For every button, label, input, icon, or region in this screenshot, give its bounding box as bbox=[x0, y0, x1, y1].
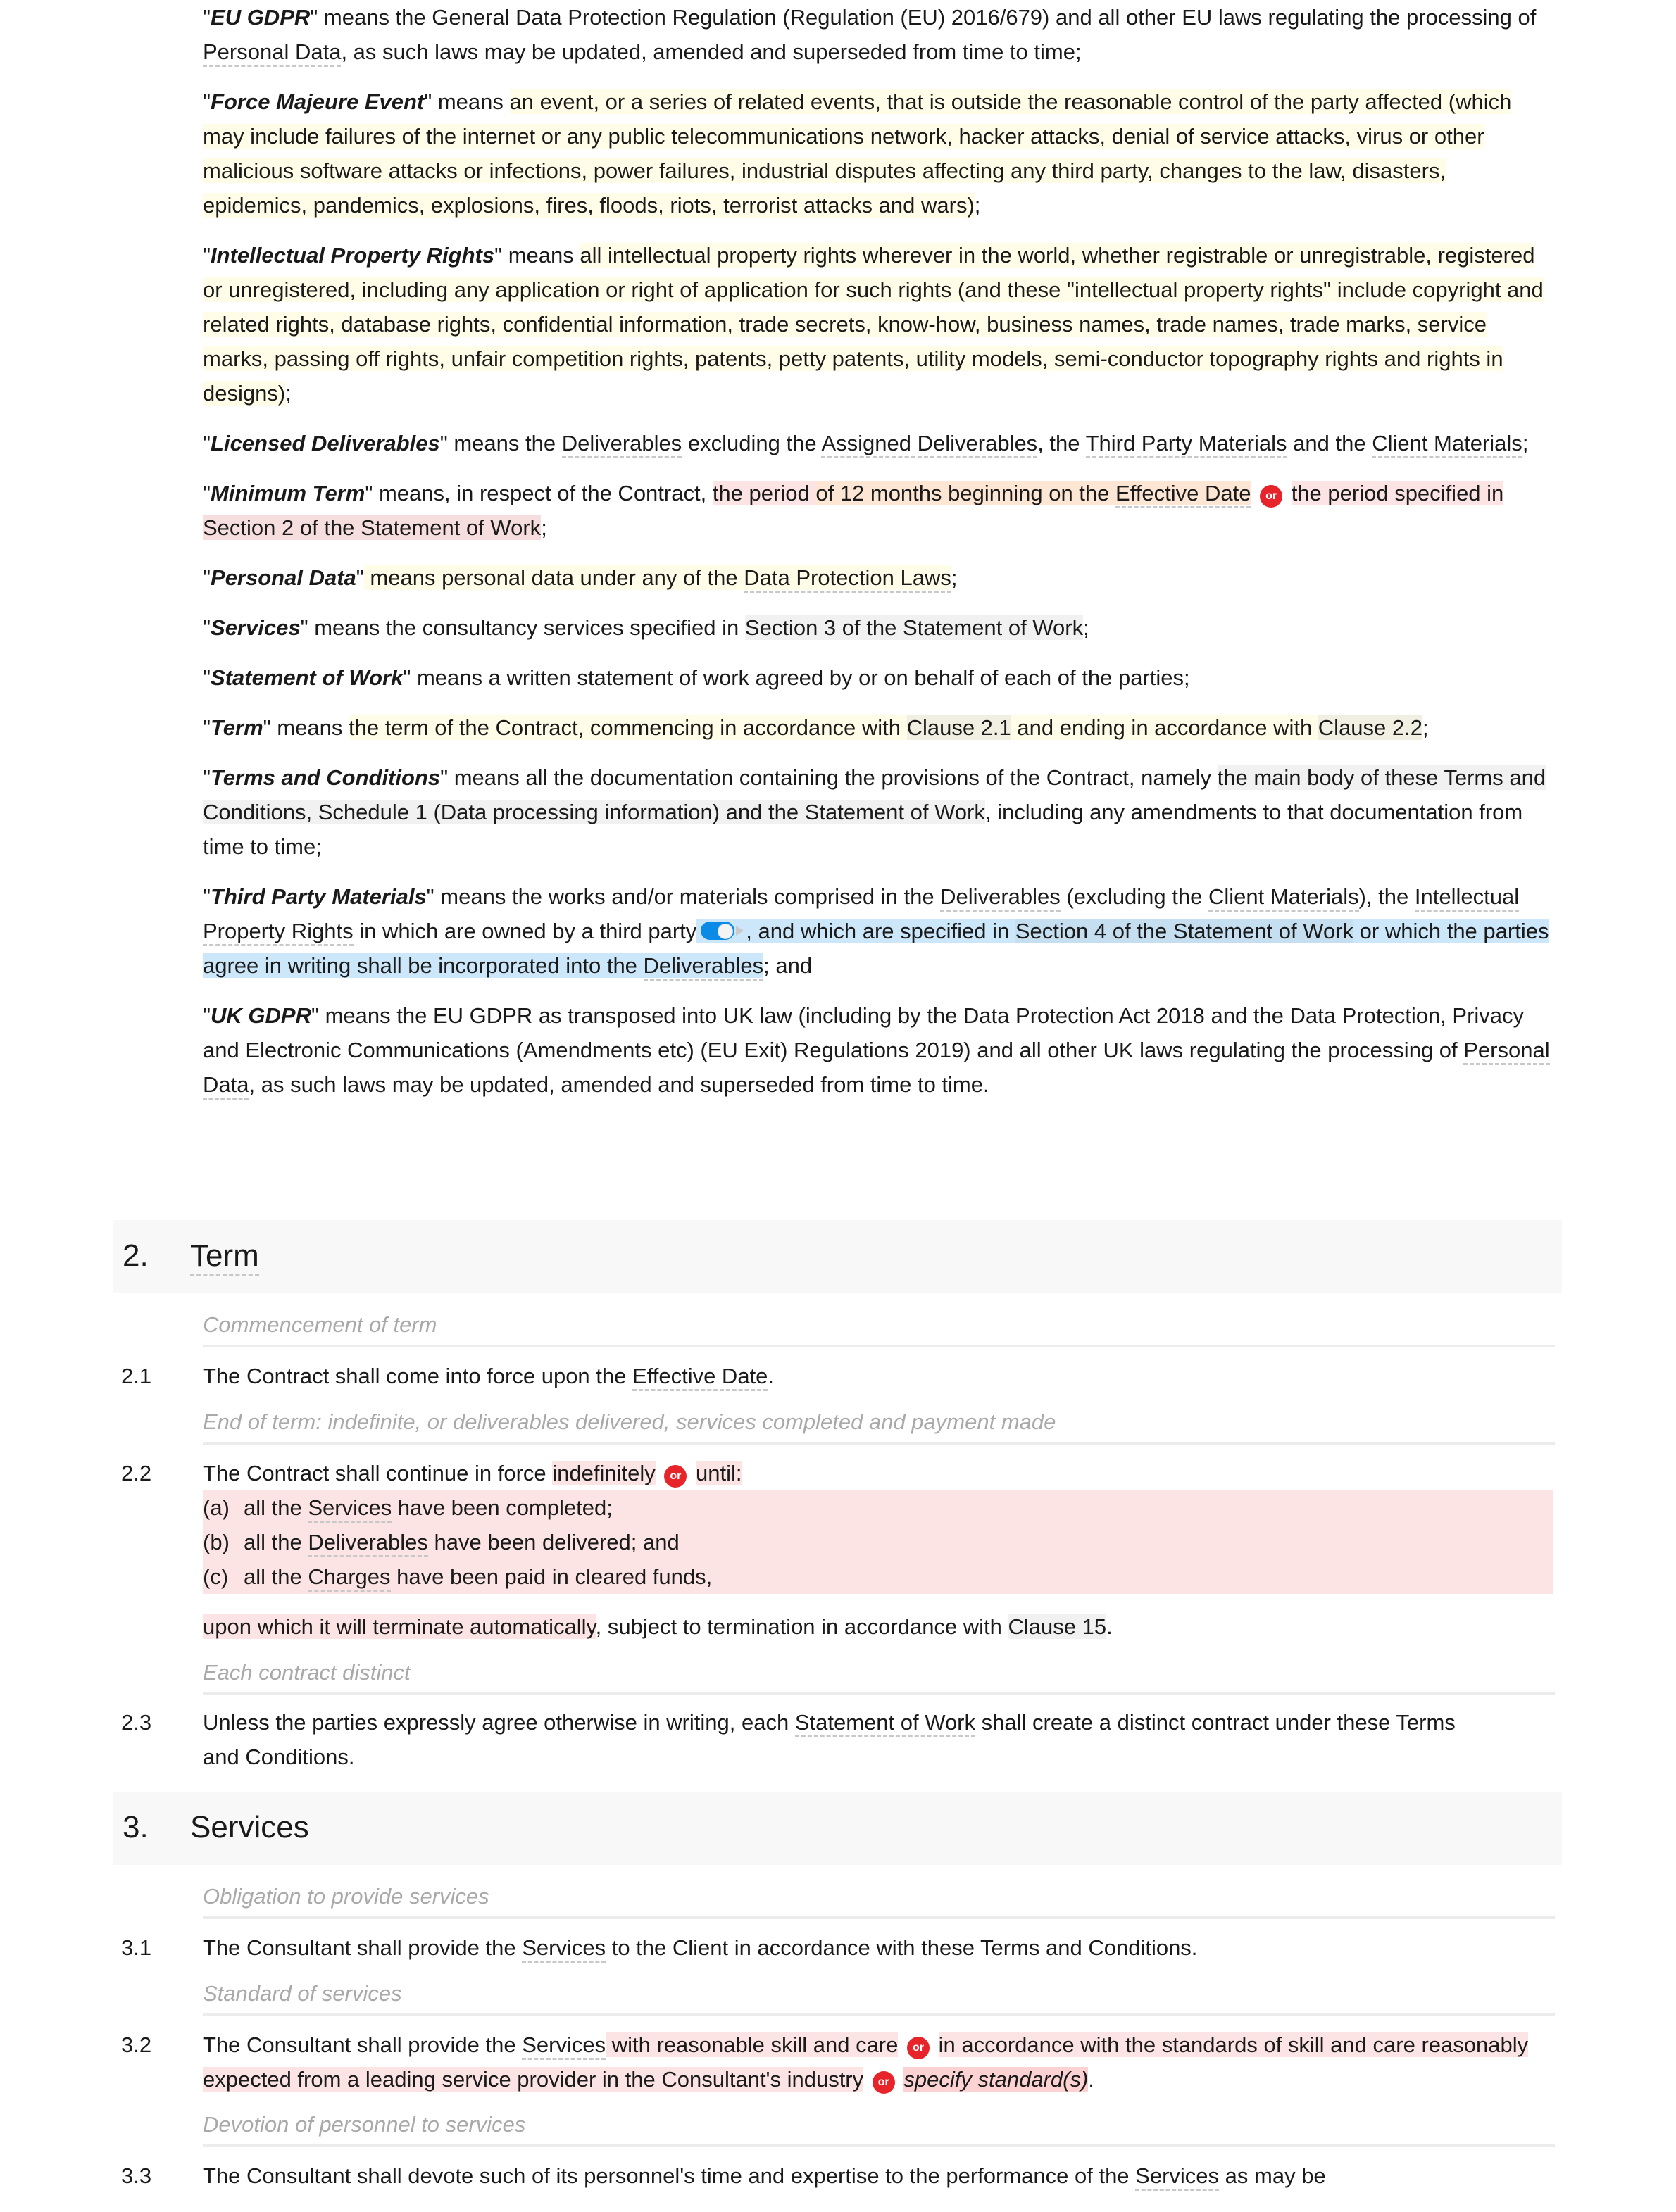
clause-caption: Each contract distinct bbox=[203, 1657, 1555, 1695]
definition-licensed-deliverables: "Licensed Deliverables" means the Delive… bbox=[203, 426, 1555, 460]
section-heading-term: 2. Term bbox=[113, 1220, 1562, 1293]
expand-arrow-icon bbox=[736, 926, 744, 936]
ref-client-materials[interactable]: Client Materials bbox=[1372, 431, 1522, 458]
ref-effective-date[interactable]: Effective Date bbox=[1115, 481, 1251, 508]
defined-term: Third Party Materials bbox=[211, 884, 427, 909]
section-number: 3. bbox=[123, 1810, 149, 1845]
ref-deliverables[interactable]: Deliverables bbox=[643, 953, 764, 981]
clause-number: 3.3 bbox=[121, 2163, 152, 2188]
defined-term: Services bbox=[211, 615, 301, 640]
option-b-text[interactable]: until: bbox=[696, 1461, 742, 1485]
ref-deliverables[interactable]: Deliverables bbox=[561, 431, 682, 458]
option-c-placeholder[interactable]: specify standard(s) bbox=[903, 2067, 1089, 2092]
ref-deliverables[interactable]: Deliverables bbox=[308, 1530, 428, 1557]
clause-text: The Consultant shall provide the Service… bbox=[203, 2028, 1555, 2097]
ref-section-4-sow[interactable]: Section 4 of the Statement of Work bbox=[1015, 919, 1354, 943]
defined-term: Term bbox=[211, 715, 263, 740]
definition-term: "Term" means the term of the Contract, c… bbox=[203, 715, 1429, 740]
clause-text: The Consultant shall devote such of its … bbox=[203, 2158, 1555, 2193]
ref-effective-date[interactable]: Effective Date bbox=[632, 1364, 768, 1391]
defined-term: Statement of Work bbox=[211, 665, 404, 690]
clause-text: The Consultant shall provide the Service… bbox=[203, 1930, 1555, 1965]
sub-clause-item: (b) all the Deliverables have been delive… bbox=[203, 1525, 1553, 1559]
ref-client-materials[interactable]: Client Materials bbox=[1208, 884, 1359, 912]
clause-caption: Obligation to provide services bbox=[203, 1881, 1555, 1919]
clause-number: 3.2 bbox=[121, 2032, 152, 2057]
ref-clause-2-1[interactable]: Clause 2.1 bbox=[906, 715, 1011, 740]
ref-third-party-materials[interactable]: Third Party Materials bbox=[1085, 431, 1287, 458]
ref-clause-2-2[interactable]: Clause 2.2 bbox=[1318, 715, 1423, 740]
or-toggle-icon[interactable]: or bbox=[872, 2071, 895, 2094]
section-title[interactable]: Term bbox=[190, 1238, 259, 1276]
ref-services[interactable]: Services bbox=[1135, 2163, 1220, 2191]
ref-assigned-deliverables[interactable]: Assigned Deliverables bbox=[821, 431, 1038, 458]
clause-text: The Contract shall continue in force ind… bbox=[203, 1456, 1555, 1644]
clause-number: 2.1 bbox=[121, 1364, 152, 1388]
optional-text[interactable]: means personal data under any of the Dat… bbox=[363, 565, 951, 593]
defined-term: Minimum Term bbox=[211, 481, 365, 505]
definition-uk-gdpr: "UK GDPR" means the EU GDPR as transpose… bbox=[203, 998, 1555, 1102]
defined-term: EU GDPR bbox=[211, 5, 311, 30]
option-a-text[interactable]: with reasonable skill and care bbox=[606, 2032, 899, 2057]
clause-number: 2.2 bbox=[121, 1461, 152, 1485]
option-b-tail[interactable]: upon which it will terminate automatical… bbox=[203, 1614, 596, 1639]
clause-caption: Devotion of personnel to services bbox=[203, 2109, 1555, 2147]
ref-clause-15[interactable]: Clause 15 bbox=[1008, 1614, 1107, 1639]
sub-clause-item: (a) all the Services have been completed; bbox=[203, 1490, 1553, 1525]
clause-caption: Standard of services bbox=[203, 1978, 1555, 2016]
option-a-text[interactable]: of 12 months beginning on the Effective … bbox=[815, 481, 1251, 508]
ref-charges[interactable]: Charges bbox=[308, 1564, 391, 1592]
ref-personal-data[interactable]: Personal Data bbox=[203, 39, 342, 67]
clause-text: Unless the parties expressly agree other… bbox=[203, 1710, 1456, 1769]
or-toggle-icon[interactable]: or bbox=[1260, 485, 1283, 508]
ref-section-3-sow[interactable]: Section 3 of the Statement of Work bbox=[744, 615, 1084, 640]
definitions-list: "EU GDPR" means the General Data Protect… bbox=[203, 0, 1555, 1117]
section-number: 2. bbox=[123, 1238, 149, 1273]
defined-term: UK GDPR bbox=[211, 1003, 311, 1028]
ref-services[interactable]: Services bbox=[308, 1495, 392, 1523]
definition-personal-data: "Personal Data" means personal data unde… bbox=[203, 560, 1555, 595]
defined-term: Terms and Conditions bbox=[211, 765, 441, 790]
definition-eu-gdpr: "EU GDPR" means the General Data Protect… bbox=[203, 0, 1555, 69]
option-a-prefix[interactable]: the period bbox=[712, 481, 816, 505]
clause-text: The Contract shall come into force upon … bbox=[203, 1359, 1555, 1393]
ref-statement-of-work[interactable]: Statement of Work bbox=[794, 1710, 976, 1737]
definition-statement-of-work: "Statement of Work" means a written stat… bbox=[203, 665, 1190, 690]
ref-data-protection-laws[interactable]: Data Protection Laws bbox=[744, 565, 951, 593]
defined-term: Force Majeure Event bbox=[211, 89, 425, 114]
defined-term: Intellectual Property Rights bbox=[211, 243, 495, 268]
clause-number: 3.1 bbox=[121, 1935, 152, 1960]
sub-clause-item: (c) all the Charges have been paid in cle… bbox=[203, 1559, 1553, 1594]
option-toggle-switch[interactable] bbox=[701, 922, 744, 940]
definition-third-party-materials: "Third Party Materials" means the works … bbox=[203, 879, 1555, 983]
defined-term: Personal Data bbox=[211, 565, 356, 590]
definition-force-majeure: "Force Majeure Event" means an event, or… bbox=[203, 89, 1512, 218]
definition-terms-and-conditions: "Terms and Conditions" means all the doc… bbox=[203, 765, 1546, 859]
clause-caption: Commencement of term bbox=[203, 1309, 1555, 1347]
clause-number: 2.3 bbox=[121, 1710, 152, 1735]
defined-term: Licensed Deliverables bbox=[211, 431, 440, 455]
definition-ipr: "Intellectual Property Rights" means all… bbox=[203, 243, 1544, 406]
section-title: Services bbox=[190, 1810, 309, 1845]
or-toggle-icon[interactable]: or bbox=[664, 1465, 687, 1488]
option-a-text[interactable]: indefinitely bbox=[552, 1461, 656, 1485]
ref-services[interactable]: Services bbox=[522, 1935, 606, 1963]
optional-text[interactable]: the term of the Contract, commencing in … bbox=[348, 715, 1423, 740]
sub-clause-list[interactable]: (a) all the Services have been completed;… bbox=[203, 1490, 1553, 1594]
clause-caption: End of term: indefinite, or deliverables… bbox=[203, 1407, 1555, 1445]
ref-section-2-sow[interactable]: Section 2 of the Statement of Work bbox=[203, 515, 542, 540]
ref-services[interactable]: Services bbox=[522, 2032, 606, 2060]
ref-deliverables[interactable]: Deliverables bbox=[940, 884, 1061, 912]
section-heading-services: 3. Services bbox=[113, 1792, 1562, 1865]
definition-services: "Services" means the consultancy service… bbox=[203, 615, 1089, 640]
definition-minimum-term: "Minimum Term" means, in respect of the … bbox=[203, 481, 1504, 540]
or-toggle-icon[interactable]: or bbox=[907, 2037, 930, 2059]
